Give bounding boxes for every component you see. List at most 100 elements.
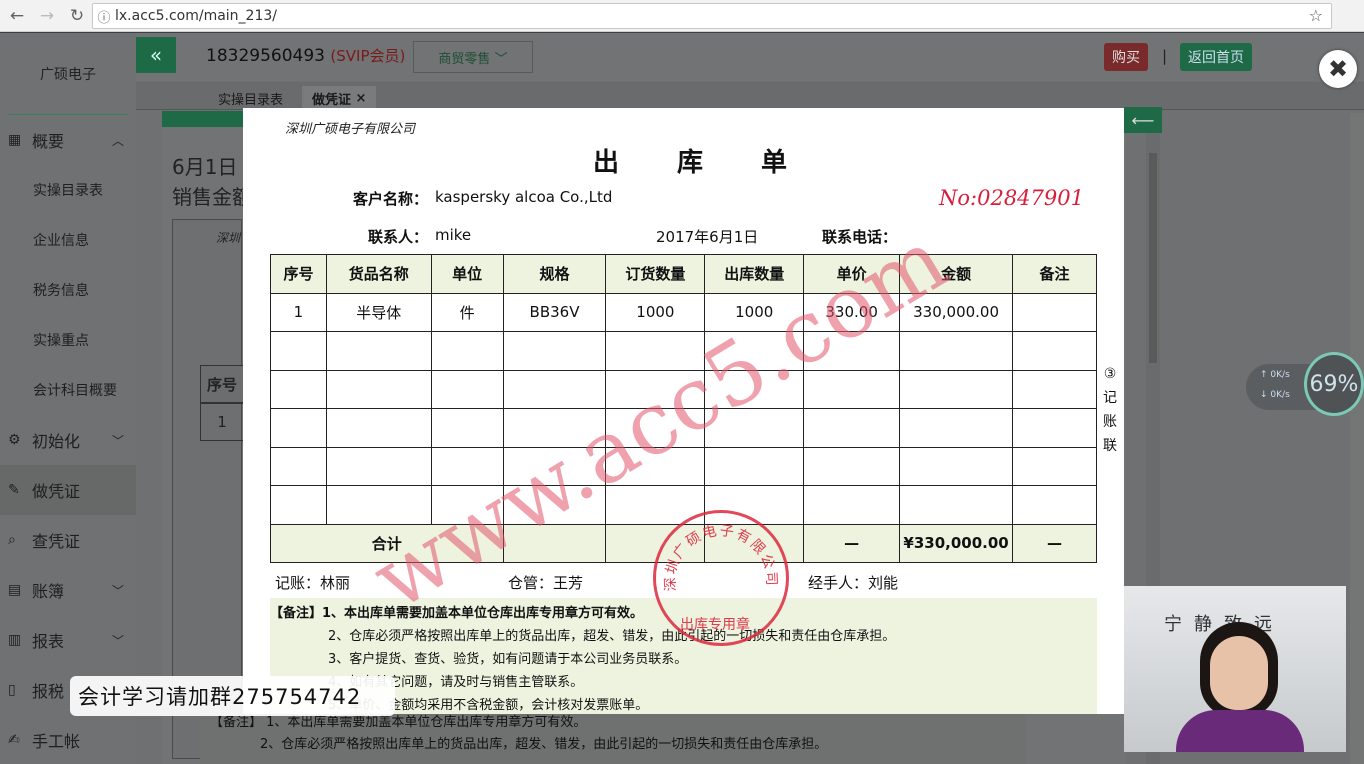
buy-button[interactable]: 购买: [1104, 43, 1148, 71]
download-speed: ↓ 0K/s: [1260, 390, 1290, 400]
sidebar-item-reports[interactable]: ▥ 报表 ﹀: [0, 615, 136, 665]
sidebar-item-accounts-overview[interactable]: 会计科目概要: [0, 365, 136, 415]
table-row: [270, 369, 1097, 409]
page-scrollbar[interactable]: [1350, 113, 1364, 764]
url-text: lx.acc5.com/main_213/: [115, 8, 277, 24]
document-date: 2017年6月1日: [656, 228, 759, 246]
background-table-header: 序号: [200, 365, 244, 403]
chevron-down-icon: ﹀: [111, 633, 124, 648]
table-row: [270, 446, 1097, 486]
sidebar-item-company-info[interactable]: 企业信息: [0, 215, 136, 265]
brand-name: 广硕电子: [8, 33, 128, 115]
forward-arrow-icon[interactable]: →: [34, 3, 60, 29]
sidebar-item-tax-info[interactable]: 税务信息: [0, 265, 136, 315]
sidebar-item-make-voucher[interactable]: ✎ 做凭证: [0, 465, 136, 515]
company-name: 深圳广硕电子有限公司: [285, 122, 416, 137]
col-remark: 备注: [1012, 254, 1097, 294]
memory-usage-ring: 69%: [1304, 352, 1364, 416]
outbound-note-modal: 深圳广硕电子有限公司 出库单 客户名称： kaspersky alcoa Co.…: [243, 108, 1124, 714]
task-date: 6月1日: [172, 155, 238, 179]
col-amount: 金额: [899, 254, 1014, 294]
copy-label: ③记账联: [1103, 366, 1117, 454]
goods-table: 序号 货品名称 单位 规格 订货数量 出库数量 单价 金额 备注 1 半导体 件…: [270, 254, 1097, 563]
bookmark-star-icon[interactable]: ☆: [1309, 6, 1323, 25]
background-company: 深圳: [216, 231, 241, 245]
header-separator: |: [1162, 47, 1168, 65]
background-notes: 【备注】 1、本出库单需要加盖本单位仓库出库专用章方可有效。 2、仓库必须严格按…: [200, 708, 1026, 764]
note-line: 2、仓库必须严格按照出库单上的货品出库，超发、错发，由此引起的一切损失和责任由仓…: [328, 629, 896, 644]
presenter-body: [1176, 710, 1304, 752]
contact-label: 联系人：: [368, 228, 429, 246]
customer-label: 客户名称：: [353, 190, 429, 208]
chevron-down-icon: ﹀: [494, 51, 508, 67]
close-modal-button[interactable]: ✖: [1319, 50, 1357, 88]
total-remark: —: [1012, 523, 1097, 563]
chevron-down-icon: ﹀: [111, 433, 124, 448]
col-spec: 规格: [502, 254, 607, 294]
table-header-row: 序号 货品名称 单位 规格 订货数量 出库数量 单价 金额 备注: [270, 254, 1097, 294]
total-label: 合计: [270, 523, 504, 563]
tab-practice-index[interactable]: 实操目录表: [218, 86, 283, 110]
col-out-qty: 出库数量: [704, 254, 805, 294]
collapse-sidebar-button[interactable]: «: [136, 37, 176, 73]
pen-icon: ✎: [8, 482, 20, 498]
vip-badge: (SVIP会员): [330, 47, 406, 65]
browser-toolbar: ← → ↻ ⓘ lx.acc5.com/main_213/ ☆: [0, 0, 1364, 32]
col-index: 序号: [270, 254, 327, 294]
reload-icon[interactable]: ↻: [64, 3, 90, 29]
back-arrow-icon[interactable]: ←: [4, 3, 30, 29]
sidebar-item-practice-index[interactable]: 实操目录表: [0, 165, 136, 215]
contact-name: mike: [435, 226, 472, 244]
table-row: [270, 408, 1097, 448]
overview-icon: ▦: [8, 132, 22, 148]
gear-icon: ⚙: [8, 432, 21, 448]
document-icon: ▯: [8, 682, 16, 698]
sidebar-item-overview[interactable]: ▦ 概要 ︿: [0, 115, 136, 165]
table-row: 1 半导体 件 BB36V 1000 1000 330.00 330,000.0…: [270, 292, 1097, 332]
account-phone: 18329560493 (SVIP会员): [206, 46, 406, 66]
total-unit-price: —: [803, 523, 901, 563]
customer-name: kaspersky alcoa Co.,Ltd: [435, 188, 613, 206]
sidebar-item-ledger[interactable]: ▤ 账簿 ﹀: [0, 565, 136, 615]
sidebar: 广硕电子 ▦ 概要 ︿ 实操目录表 企业信息 税务信息 实操重点 会计科目概要 …: [0, 33, 136, 764]
task-amount-label: 销售金额: [172, 185, 252, 209]
table-row: [270, 331, 1097, 371]
qq-group-banner: 会计学习请加群275754742: [70, 676, 395, 716]
col-order-qty: 订货数量: [605, 254, 706, 294]
bookkeeper: 记账：林丽: [275, 574, 351, 592]
back-arrow-icon[interactable]: ⟵: [1124, 107, 1162, 133]
note-line: 【备注】1、本出库单需要加盖本单位仓库出库专用章方可有效。: [270, 606, 644, 621]
sidebar-item-init[interactable]: ⚙ 初始化 ﹀: [0, 415, 136, 465]
sidebar-item-query-voucher[interactable]: ⌕ 查凭证: [0, 515, 136, 565]
sidebar-item-key-points[interactable]: 实操重点: [0, 315, 136, 365]
tab-make-voucher[interactable]: 做凭证 ×: [302, 86, 377, 110]
webcam-overlay: 宁静致远: [1124, 586, 1346, 752]
tab-close-icon[interactable]: ×: [356, 91, 367, 106]
background-table-cell: 1: [200, 403, 244, 441]
handwriting-icon: ✍: [8, 732, 20, 748]
search-icon: ⌕: [8, 532, 16, 548]
book-icon: ▤: [8, 582, 22, 598]
report-icon: ▥: [8, 632, 22, 648]
return-home-button[interactable]: 返回首页: [1180, 43, 1252, 71]
table-row: [270, 485, 1097, 525]
sidebar-item-manual-ledger[interactable]: ✍ 手工帐: [0, 715, 136, 764]
chevron-down-icon: ﹀: [111, 583, 124, 598]
handler: 经手人：刘能: [808, 574, 899, 592]
total-amount: ¥330,000.00: [899, 523, 1014, 563]
table-total-row: 合计 — ¥330,000.00 —: [270, 523, 1097, 563]
note-line: 3、客户提货、查货、验货，如有问题请于本公司业务员联系。: [328, 652, 688, 667]
task-header-strip: [162, 111, 244, 127]
warehouse-keeper: 仓管：王芳: [508, 574, 584, 592]
col-goods-name: 货品名称: [325, 254, 432, 294]
document-number: No:02847901: [939, 186, 1084, 210]
info-icon[interactable]: ⓘ: [93, 7, 115, 26]
col-unit: 单位: [430, 254, 504, 294]
phone-label: 联系电话：: [822, 228, 898, 246]
content-scrollbar-thumb[interactable]: [1149, 153, 1157, 363]
industry-mode-dropdown[interactable]: 商贸零售 ﹀: [413, 41, 533, 73]
document-title: 出库单: [593, 148, 846, 178]
presenter-face: [1210, 636, 1268, 710]
address-bar[interactable]: ⓘ lx.acc5.com/main_213/ ☆: [92, 3, 1332, 29]
tab-bar: 实操目录表 做凭证 ×: [136, 82, 1364, 110]
